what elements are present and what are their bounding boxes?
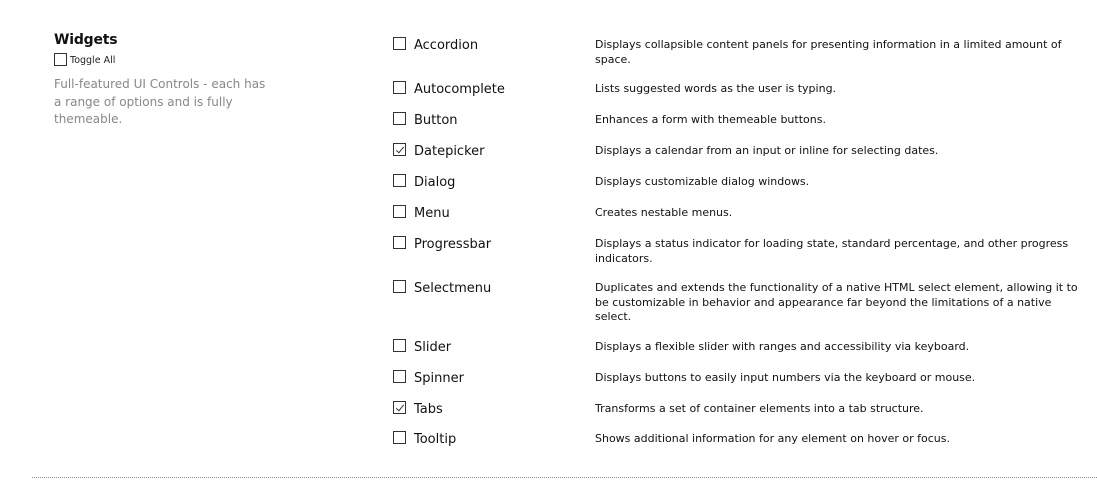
widget-name-label[interactable]: Dialog	[414, 175, 455, 190]
widget-description: Displays a calendar from an input or inl…	[595, 144, 939, 157]
widgets-section-header: Widgets Toggle All Full-featured UI Cont…	[54, 30, 284, 129]
widget-checkbox[interactable]	[393, 174, 406, 187]
toggle-all-checkbox[interactable]	[54, 52, 67, 66]
widget-name-label[interactable]: Selectmenu	[414, 281, 491, 296]
widget-checkbox[interactable]	[393, 431, 406, 444]
widget-description: Enhances a form with themeable buttons.	[595, 113, 826, 126]
widget-name-label[interactable]: Tooltip	[414, 432, 456, 447]
widget-checkbox[interactable]	[393, 205, 406, 218]
section-title: Widgets	[54, 32, 118, 48]
widget-checkbox[interactable]	[393, 112, 406, 125]
widget-description: Lists suggested words as the user is typ…	[595, 82, 837, 95]
divider	[32, 477, 1097, 478]
widget-name-label[interactable]: Menu	[414, 206, 450, 221]
widget-description: Transforms a set of container elements i…	[595, 402, 924, 415]
widget-name-label[interactable]: Datepicker	[414, 144, 485, 159]
widget-description: Shows additional information for any ele…	[595, 432, 951, 445]
widget-description: Displays a status indicator for loading …	[595, 237, 1069, 265]
section-description: Full-featured UI Controls - each has a r…	[54, 77, 266, 126]
widget-checkbox[interactable]	[393, 370, 406, 383]
widget-name-label[interactable]: Spinner	[414, 371, 464, 386]
widget-checkbox[interactable]	[393, 236, 406, 249]
widget-name-label[interactable]: Button	[414, 113, 458, 128]
widget-checkbox[interactable]	[393, 81, 406, 94]
toggle-all-label[interactable]: Toggle All	[70, 55, 115, 66]
widget-checkbox[interactable]	[393, 401, 406, 414]
widget-checkbox[interactable]	[393, 280, 406, 293]
widget-description: Duplicates and extends the functionality…	[595, 281, 1078, 323]
widget-checkbox[interactable]	[393, 37, 406, 50]
widget-checkbox[interactable]	[393, 143, 406, 156]
widget-description: Displays customizable dialog windows.	[595, 175, 810, 188]
widget-name-label[interactable]: Tabs	[414, 402, 443, 417]
widget-checkbox[interactable]	[393, 339, 406, 352]
widget-description: Displays a flexible slider with ranges a…	[595, 340, 970, 353]
widget-description: Displays collapsible content panels for …	[595, 38, 1062, 66]
widget-description: Creates nestable menus.	[595, 206, 733, 219]
widget-name-label[interactable]: Slider	[414, 340, 451, 355]
widget-description: Displays buttons to easily input numbers…	[595, 371, 976, 384]
toggle-all[interactable]: Toggle All	[54, 52, 284, 66]
widget-name-label[interactable]: Autocomplete	[414, 82, 505, 97]
widget-name-label[interactable]: Accordion	[414, 38, 478, 53]
widget-name-label[interactable]: Progressbar	[414, 237, 491, 252]
